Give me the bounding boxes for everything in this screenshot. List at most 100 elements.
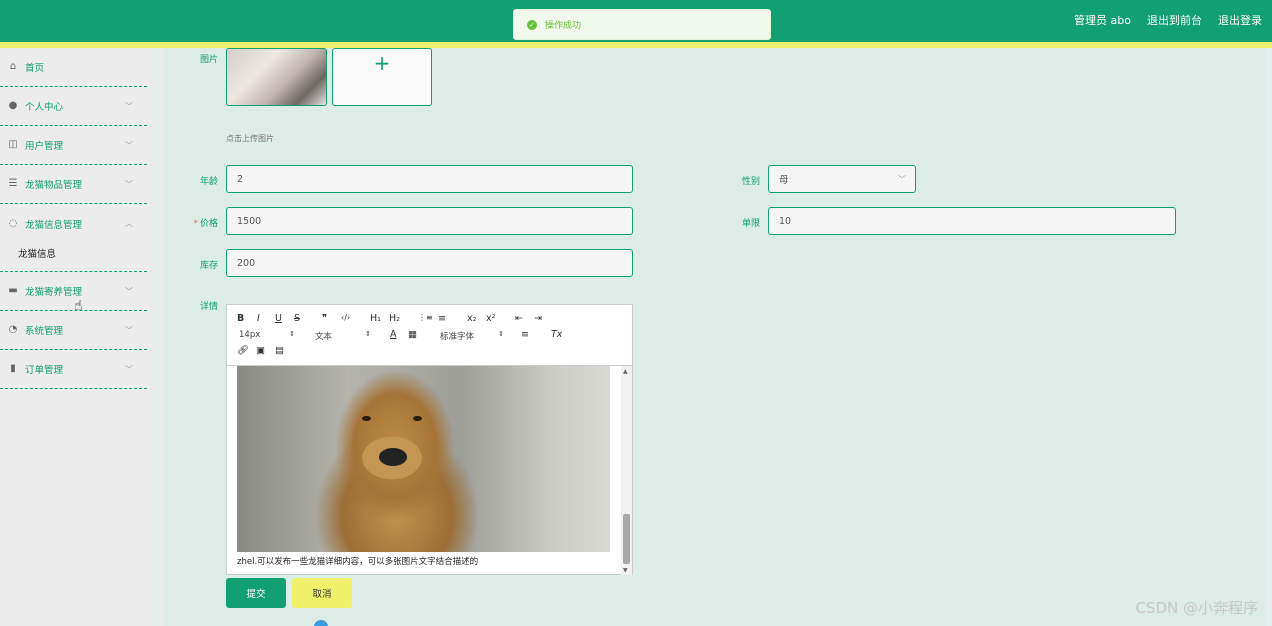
chevron-down-icon: ﹀: [125, 364, 133, 374]
sidebar-subitem-info[interactable]: 龙猫信息: [0, 235, 147, 272]
compass-icon: ◌: [8, 217, 18, 229]
editor-scrollbar[interactable]: ▲ ▼: [621, 366, 632, 575]
strike-button[interactable]: S: [294, 313, 300, 324]
content-dog-image: [237, 366, 610, 552]
superscript-button[interactable]: x²: [486, 313, 495, 324]
clear-format-icon[interactable]: Tx: [551, 329, 562, 340]
paragraph-select[interactable]: 文本 ⇕: [315, 330, 371, 342]
video-icon[interactable]: ▤: [275, 345, 284, 356]
price-label-text: 价格: [199, 219, 218, 229]
scroll-down-icon[interactable]: ▼: [623, 567, 628, 574]
underline-button[interactable]: U: [275, 313, 282, 324]
editor-content[interactable]: zhel.可以发布一些龙猫详细内容，可以多张图片文字结合描述的: [227, 366, 622, 575]
chevron-down-icon: ﹀: [125, 140, 133, 150]
chevron-up-icon: ︿: [125, 219, 133, 228]
h1-button[interactable]: H₁: [370, 313, 381, 324]
watermark: CSDN @小奔程序: [1135, 599, 1258, 617]
sidebar-subitem-label: 龙猫信息: [18, 249, 57, 260]
chevron-down-icon: ﹀: [898, 174, 906, 184]
top-links: 管理员 abo 退出到前台 退出登录: [1074, 12, 1262, 28]
sidebar-item-home[interactable]: ⌂ 首页: [0, 48, 147, 87]
quote-button[interactable]: ❞: [322, 313, 327, 324]
sidebar-item-label: 用户管理: [25, 141, 64, 152]
user-icon: ●: [8, 100, 18, 111]
chevron-down-icon: ﹀: [125, 101, 133, 111]
editor-content-text: zhel.可以发布一些龙猫详细内容，可以多张图片文字结合描述的: [237, 557, 479, 567]
sliders-icon: ☰: [8, 178, 18, 189]
age-input[interactable]: [226, 165, 633, 193]
hand-cursor-icon: ☝: [74, 298, 83, 314]
submit-button[interactable]: 提交: [226, 578, 286, 608]
font-color-icon[interactable]: A: [390, 329, 397, 340]
stock-input[interactable]: [226, 249, 633, 277]
subscript-button[interactable]: x₂: [467, 313, 476, 324]
editor-toolbar: B I U S ❞ ‹/› H₁ H₂ ⋮≡ ≡ x₂ x² ⇤ ⇥ 14px …: [227, 305, 632, 366]
chevron-down-icon: ﹀: [125, 286, 133, 296]
home-icon: ⌂: [9, 61, 17, 72]
stock-label: 库存: [199, 261, 218, 271]
h2-button[interactable]: H₂: [389, 313, 400, 324]
plus-icon: +: [373, 51, 391, 75]
admin-label: 管理员 abo: [1074, 14, 1131, 27]
scroll-up-icon[interactable]: ▲: [623, 368, 628, 375]
back-to-front-link[interactable]: 退出到前台: [1147, 12, 1202, 28]
image-icon[interactable]: ▣: [256, 345, 265, 356]
logout-link[interactable]: 退出登录: [1218, 12, 1262, 28]
gender-label: 性别: [741, 177, 760, 187]
chevron-down-icon: ﹀: [125, 179, 133, 189]
background-color-icon[interactable]: ▦: [408, 329, 417, 340]
required-mark: *: [193, 219, 198, 229]
chart-icon: ▮: [10, 363, 16, 374]
updown-icon: ⇕: [498, 330, 504, 338]
scroll-thumb[interactable]: [623, 514, 630, 564]
italic-button[interactable]: I: [257, 313, 260, 324]
sidebar-item-item-management[interactable]: ☰ 龙猫物品管理 ﹀: [0, 165, 147, 204]
font-size-value: 14px: [239, 330, 261, 340]
sidebar-item-label: 首页: [25, 63, 45, 74]
sidebar-item-order-management[interactable]: ▮ 订单管理 ﹀: [0, 350, 147, 389]
dog-eye: [362, 416, 371, 421]
check-circle-icon: ✓: [527, 19, 537, 30]
cancel-button[interactable]: 取消: [292, 578, 352, 608]
detail-label: 详情: [199, 302, 218, 312]
gender-value: 母: [779, 175, 789, 186]
indent-button[interactable]: ⇥: [534, 313, 542, 324]
sidebar-item-label: 系统管理: [25, 326, 64, 337]
sidebar-item-system-management[interactable]: ◔ 系统管理 ﹀: [0, 311, 147, 350]
price-input[interactable]: [226, 207, 633, 235]
chevron-down-icon: ﹀: [125, 325, 133, 335]
rich-text-editor[interactable]: B I U S ❞ ‹/› H₁ H₂ ⋮≡ ≡ x₂ x² ⇤ ⇥ 14px …: [226, 304, 633, 575]
sidebar-item-user-management[interactable]: ◫ 用户管理 ﹀: [0, 126, 147, 165]
sidebar-item-personal-center[interactable]: ● 个人中心 ﹀: [0, 87, 147, 126]
sidebar-item-label: 个人中心: [25, 102, 64, 113]
toast-message: 操作成功: [545, 21, 582, 31]
uploaded-image-thumbnail[interactable]: [226, 48, 327, 106]
sidebar-item-label: 龙猫寄养管理: [25, 287, 83, 298]
gender-select[interactable]: 母 ﹀: [768, 165, 916, 193]
outdent-button[interactable]: ⇤: [515, 313, 523, 324]
bold-button[interactable]: B: [237, 313, 244, 324]
font-family-select[interactable]: 标准字体 ⇕: [440, 330, 504, 342]
sidebar: ⌂ 首页 ● 个人中心 ﹀ ◫ 用户管理 ﹀ ☰ 龙猫物品管理 ﹀ ◌ 龙猫信息…: [0, 48, 150, 626]
font-family-value: 标准字体: [440, 332, 475, 342]
upload-hint: 点击上传图片: [226, 134, 274, 143]
bullet-list-button[interactable]: ≡: [438, 313, 446, 324]
dog-eye: [413, 416, 422, 421]
ordered-list-button[interactable]: ⋮≡: [418, 313, 433, 322]
code-button[interactable]: ‹/›: [341, 313, 350, 322]
gauge-icon: ◔: [8, 324, 18, 335]
sidebar-item-label: 龙猫信息管理: [25, 219, 83, 231]
updown-icon: ⇕: [365, 330, 371, 338]
success-toast: ✓ 操作成功: [513, 9, 771, 40]
paragraph-value: 文本: [315, 332, 333, 342]
align-icon[interactable]: ≡: [521, 329, 529, 340]
briefcase-icon: ▬: [8, 285, 18, 296]
limit-label: 单限: [741, 219, 760, 229]
font-size-select[interactable]: 14px ⇕: [239, 330, 295, 342]
limit-input[interactable]: [768, 207, 1176, 235]
sidebar-item-label: 订单管理: [25, 365, 64, 376]
updown-icon: ⇕: [289, 330, 295, 338]
price-label: * 价格: [164, 216, 218, 229]
link-icon[interactable]: 🔗︎: [237, 345, 249, 356]
image-upload-button[interactable]: +: [332, 48, 432, 106]
